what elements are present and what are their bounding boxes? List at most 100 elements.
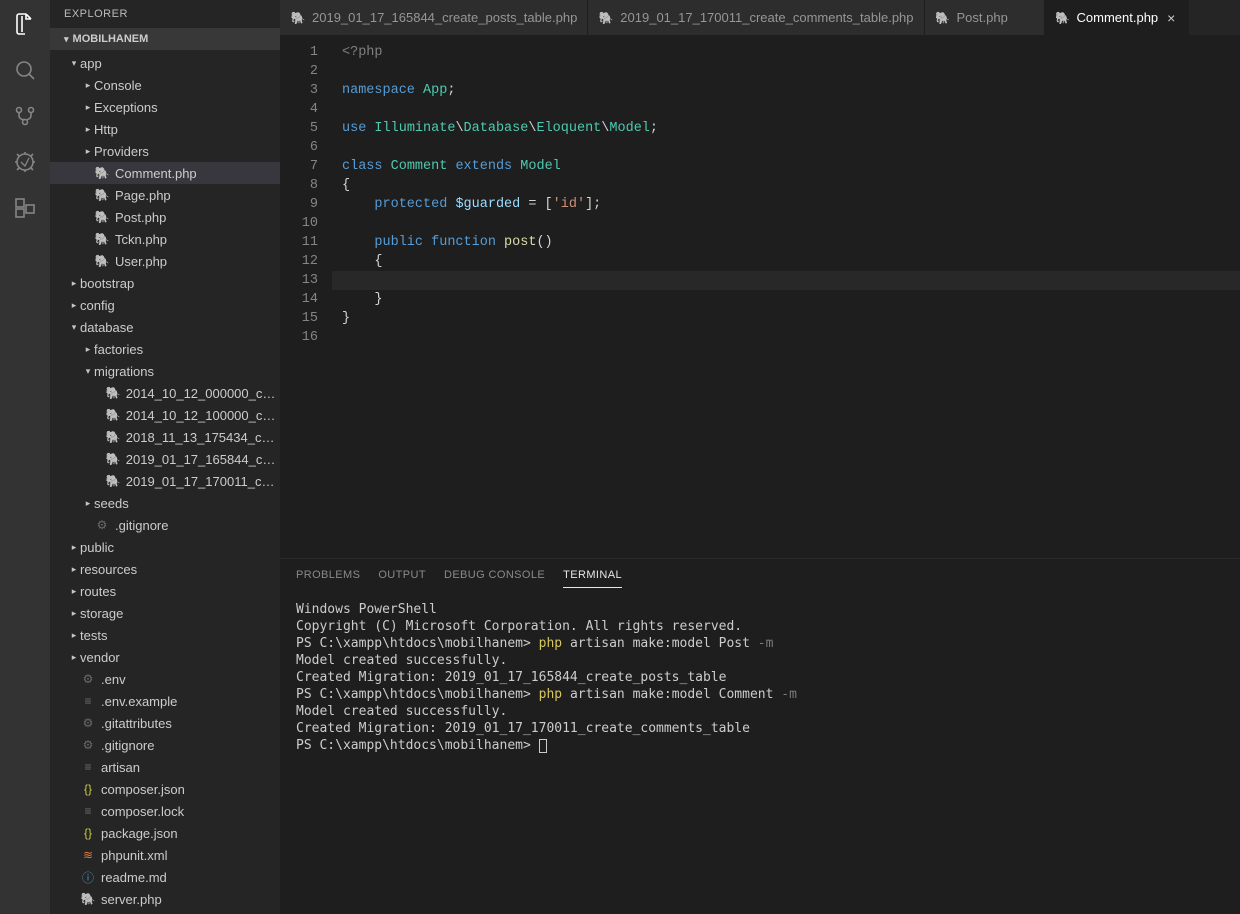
tree-folder[interactable]: factories — [50, 338, 280, 360]
code-line[interactable]: public function post() — [342, 233, 1240, 252]
panel-tab[interactable]: TERMINAL — [563, 563, 622, 588]
tree-file[interactable]: 🐘2014_10_12_000000_create_... — [50, 382, 280, 404]
tree-folder[interactable]: migrations — [50, 360, 280, 382]
tree-label: composer.json — [101, 782, 185, 797]
php-icon: 🐘 — [106, 385, 121, 401]
chevron-icon[interactable] — [68, 322, 80, 333]
tree-label: config — [80, 298, 115, 313]
chevron-icon[interactable] — [68, 630, 80, 641]
tree-file[interactable]: ⚙.gitattributes — [50, 712, 280, 734]
tree-folder[interactable]: storage — [50, 602, 280, 624]
terminal-line: Copyright (C) Microsoft Corporation. All… — [296, 618, 1224, 635]
tree-file[interactable]: 🐘Tckn.php — [50, 228, 280, 250]
tree-folder[interactable]: database — [50, 316, 280, 338]
tree-file[interactable]: ⓘreadme.md — [50, 866, 280, 888]
code-line[interactable]: class Comment extends Model — [342, 157, 1240, 176]
editor-tab[interactable]: 🐘2019_01_17_170011_create_comments_table… — [588, 0, 924, 35]
code-line[interactable] — [342, 214, 1240, 233]
code-line[interactable] — [342, 328, 1240, 347]
terminal[interactable]: Windows PowerShellCopyright (C) Microsof… — [280, 591, 1240, 914]
editor-tab[interactable]: 🐘2019_01_17_165844_create_posts_table.ph… — [280, 0, 588, 35]
activity-source-control-icon[interactable] — [11, 102, 39, 130]
tree-file[interactable]: 🐘2019_01_17_165844_create_... — [50, 448, 280, 470]
activity-debug-icon[interactable] — [11, 148, 39, 176]
tree-folder[interactable]: Exceptions — [50, 96, 280, 118]
php-icon: 🐘 — [1055, 10, 1071, 26]
tree-file[interactable]: ≡.env.example — [50, 690, 280, 712]
code-line[interactable]: use Illuminate\Database\Eloquent\Model; — [342, 119, 1240, 138]
editor[interactable]: 12345678910111213141516 <?phpnamespace A… — [280, 35, 1240, 558]
chevron-icon[interactable] — [82, 498, 94, 509]
code-line[interactable]: } — [342, 309, 1240, 328]
code-line[interactable] — [342, 138, 1240, 157]
chevron-icon[interactable] — [82, 102, 94, 113]
tree-file[interactable]: 🐘Comment.php — [50, 162, 280, 184]
project-title[interactable]: MOBILHANEM — [50, 28, 280, 50]
tree-folder[interactable]: routes — [50, 580, 280, 602]
tree-folder[interactable]: vendor — [50, 646, 280, 668]
chevron-icon[interactable] — [68, 542, 80, 553]
tree-folder[interactable]: public — [50, 536, 280, 558]
gear-icon: ⚙ — [80, 737, 96, 753]
tree-folder[interactable]: Providers — [50, 140, 280, 162]
editor-tab[interactable]: 🐘Post.php — [925, 0, 1045, 35]
code-line[interactable]: <?php — [342, 43, 1240, 62]
tree-folder[interactable]: resources — [50, 558, 280, 580]
tree-file[interactable]: ≡composer.lock — [50, 800, 280, 822]
tree-file[interactable]: 🐘2019_01_17_170011_create_... — [50, 470, 280, 492]
tree-file[interactable]: ⚙.env — [50, 668, 280, 690]
code-line[interactable]: { — [342, 252, 1240, 271]
chevron-icon[interactable] — [82, 366, 94, 377]
chevron-icon[interactable] — [82, 80, 94, 91]
code-line[interactable]: return $this->belongsTo('App\Post'); — [342, 271, 1240, 290]
chevron-icon[interactable] — [68, 278, 80, 289]
panel-tab[interactable]: PROBLEMS — [296, 563, 360, 588]
code-line[interactable]: { — [342, 176, 1240, 195]
tree-file[interactable]: 🐘Page.php — [50, 184, 280, 206]
code-line[interactable]: namespace App; — [342, 81, 1240, 100]
code-line[interactable]: } — [342, 290, 1240, 309]
chevron-icon[interactable] — [68, 608, 80, 619]
chevron-icon[interactable] — [68, 586, 80, 597]
activity-explorer-icon[interactable] — [11, 10, 39, 38]
tree-label: .gitattributes — [101, 716, 172, 731]
tree-file[interactable]: ⚙.gitignore — [50, 514, 280, 536]
chevron-icon[interactable] — [82, 146, 94, 157]
chevron-icon[interactable] — [68, 564, 80, 575]
tree-label: storage — [80, 606, 123, 621]
code-line[interactable] — [342, 62, 1240, 81]
line-number: 15 — [280, 309, 318, 328]
tree-folder[interactable]: Http — [50, 118, 280, 140]
tree-file[interactable]: 🐘User.php — [50, 250, 280, 272]
editor-tab[interactable]: 🐘Comment.php× — [1045, 0, 1190, 35]
activity-extensions-icon[interactable] — [11, 194, 39, 222]
panel-tab[interactable]: OUTPUT — [378, 563, 426, 588]
chevron-icon[interactable] — [68, 58, 80, 69]
tree-file[interactable]: 🐘server.php — [50, 888, 280, 910]
chevron-icon[interactable] — [68, 652, 80, 663]
tree-file[interactable]: ≡artisan — [50, 756, 280, 778]
tree-folder[interactable]: app — [50, 52, 280, 74]
code-line[interactable]: protected $guarded = ['id']; — [342, 195, 1240, 214]
chevron-icon[interactable] — [68, 300, 80, 311]
tree-folder[interactable]: Console — [50, 74, 280, 96]
tree-file[interactable]: 🐘2018_11_13_175434_create_... — [50, 426, 280, 448]
tree-file[interactable]: ≋phpunit.xml — [50, 844, 280, 866]
tree-file[interactable]: 🐘2014_10_12_100000_create_... — [50, 404, 280, 426]
activity-search-icon[interactable] — [11, 56, 39, 84]
tree-folder[interactable]: seeds — [50, 492, 280, 514]
tree-file[interactable]: {}composer.json — [50, 778, 280, 800]
activity-bar — [0, 0, 50, 914]
tree-file[interactable]: 🐘Post.php — [50, 206, 280, 228]
tree-file[interactable]: {}package.json — [50, 822, 280, 844]
tree-folder[interactable]: bootstrap — [50, 272, 280, 294]
code-line[interactable] — [342, 100, 1240, 119]
close-icon[interactable]: × — [1164, 11, 1178, 25]
tree-file[interactable]: ⚙.gitignore — [50, 734, 280, 756]
editor-code[interactable]: <?php namespace App; use Illuminate\Databa… — [332, 35, 1240, 558]
chevron-icon[interactable] — [82, 344, 94, 355]
panel-tab[interactable]: DEBUG CONSOLE — [444, 563, 545, 588]
tree-folder[interactable]: tests — [50, 624, 280, 646]
tree-folder[interactable]: config — [50, 294, 280, 316]
chevron-icon[interactable] — [82, 124, 94, 135]
